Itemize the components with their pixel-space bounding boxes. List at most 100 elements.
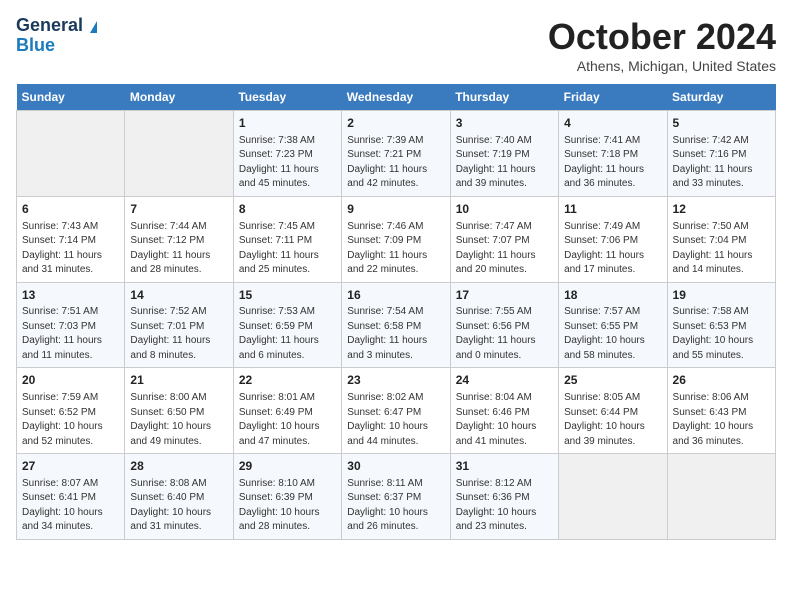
logo-line1: General bbox=[16, 16, 97, 36]
day-info: Sunrise: 7:51 AMSunset: 7:03 PMDaylight:… bbox=[22, 305, 119, 363]
day-info: Sunrise: 7:39 AMSunset: 7:21 PMDaylight:… bbox=[347, 134, 444, 192]
day-info: Sunrise: 7:45 AMSunset: 7:11 PMDaylight:… bbox=[239, 220, 336, 278]
calendar-day-cell bbox=[559, 454, 667, 540]
calendar-day-cell: 6 Sunrise: 7:43 AMSunset: 7:14 PMDaylight… bbox=[17, 196, 125, 282]
day-number: 13 bbox=[22, 287, 119, 304]
day-info: Sunrise: 8:02 AMSunset: 6:47 PMDaylight:… bbox=[347, 391, 444, 449]
calendar-day-cell: 10 Sunrise: 7:47 AMSunset: 7:07 PMDayligh… bbox=[450, 196, 558, 282]
calendar-week-row: 6 Sunrise: 7:43 AMSunset: 7:14 PMDaylight… bbox=[17, 196, 776, 282]
calendar-day-cell: 3 Sunrise: 7:40 AMSunset: 7:19 PMDaylight… bbox=[450, 111, 558, 197]
day-info: Sunrise: 8:12 AMSunset: 6:36 PMDaylight:… bbox=[456, 477, 553, 535]
calendar-day-cell: 24Sunrise: 8:04 AMSunset: 6:46 PMDayligh… bbox=[450, 368, 558, 454]
day-number: 6 bbox=[22, 201, 119, 218]
day-info: Sunrise: 7:43 AMSunset: 7:14 PMDaylight:… bbox=[22, 220, 119, 278]
calendar-day-cell: 1 Sunrise: 7:38 AMSunset: 7:23 PMDaylight… bbox=[233, 111, 341, 197]
day-info: Sunrise: 7:55 AMSunset: 6:56 PMDaylight:… bbox=[456, 305, 553, 363]
day-info: Sunrise: 7:42 AMSunset: 7:16 PMDaylight:… bbox=[673, 134, 770, 192]
day-number: 20 bbox=[22, 372, 119, 389]
logo-general: General bbox=[16, 15, 83, 35]
location: Athens, Michigan, United States bbox=[548, 58, 776, 74]
day-number: 3 bbox=[456, 115, 553, 132]
calendar-day-cell: 25Sunrise: 8:05 AMSunset: 6:44 PMDayligh… bbox=[559, 368, 667, 454]
calendar-day-cell: 4 Sunrise: 7:41 AMSunset: 7:18 PMDaylight… bbox=[559, 111, 667, 197]
weekday-header-monday: Monday bbox=[125, 84, 233, 111]
day-number: 28 bbox=[130, 458, 227, 475]
day-info: Sunrise: 8:10 AMSunset: 6:39 PMDaylight:… bbox=[239, 477, 336, 535]
calendar-day-cell: 7 Sunrise: 7:44 AMSunset: 7:12 PMDaylight… bbox=[125, 196, 233, 282]
calendar-day-cell: 5 Sunrise: 7:42 AMSunset: 7:16 PMDaylight… bbox=[667, 111, 775, 197]
day-info: Sunrise: 7:59 AMSunset: 6:52 PMDaylight:… bbox=[22, 391, 119, 449]
calendar-day-cell: 12Sunrise: 7:50 AMSunset: 7:04 PMDayligh… bbox=[667, 196, 775, 282]
calendar-day-cell: 21 Sunrise: 8:00 AMSunset: 6:50 PMDayligh… bbox=[125, 368, 233, 454]
day-number: 10 bbox=[456, 201, 553, 218]
day-number: 19 bbox=[673, 287, 770, 304]
day-number: 2 bbox=[347, 115, 444, 132]
day-info: Sunrise: 7:54 AMSunset: 6:58 PMDaylight:… bbox=[347, 305, 444, 363]
day-number: 12 bbox=[673, 201, 770, 218]
day-number: 5 bbox=[673, 115, 770, 132]
calendar-day-cell: 13Sunrise: 7:51 AMSunset: 7:03 PMDayligh… bbox=[17, 282, 125, 368]
day-number: 14 bbox=[130, 287, 227, 304]
day-info: Sunrise: 7:40 AMSunset: 7:19 PMDaylight:… bbox=[456, 134, 553, 192]
calendar-day-cell: 29 Sunrise: 8:10 AMSunset: 6:39 PMDayligh… bbox=[233, 454, 341, 540]
day-info: Sunrise: 8:11 AMSunset: 6:37 PMDaylight:… bbox=[347, 477, 444, 535]
calendar-day-cell: 15Sunrise: 7:53 AMSunset: 6:59 PMDayligh… bbox=[233, 282, 341, 368]
day-number: 29 bbox=[239, 458, 336, 475]
calendar-table: SundayMondayTuesdayWednesdayThursdayFrid… bbox=[16, 84, 776, 540]
calendar-day-cell: 8 Sunrise: 7:45 AMSunset: 7:11 PMDaylight… bbox=[233, 196, 341, 282]
day-number: 27 bbox=[22, 458, 119, 475]
day-info: Sunrise: 7:52 AMSunset: 7:01 PMDaylight:… bbox=[130, 305, 227, 363]
calendar-day-cell bbox=[667, 454, 775, 540]
day-number: 11 bbox=[564, 201, 661, 218]
calendar-day-cell: 28 Sunrise: 8:08 AMSunset: 6:40 PMDayligh… bbox=[125, 454, 233, 540]
day-info: Sunrise: 8:01 AMSunset: 6:49 PMDaylight:… bbox=[239, 391, 336, 449]
day-info: Sunrise: 8:07 AMSunset: 6:41 PMDaylight:… bbox=[22, 477, 119, 535]
calendar-day-cell: 22 Sunrise: 8:01 AMSunset: 6:49 PMDayligh… bbox=[233, 368, 341, 454]
weekday-header-wednesday: Wednesday bbox=[342, 84, 450, 111]
day-info: Sunrise: 7:47 AMSunset: 7:07 PMDaylight:… bbox=[456, 220, 553, 278]
day-info: Sunrise: 7:41 AMSunset: 7:18 PMDaylight:… bbox=[564, 134, 661, 192]
day-number: 4 bbox=[564, 115, 661, 132]
day-number: 21 bbox=[130, 372, 227, 389]
day-number: 15 bbox=[239, 287, 336, 304]
day-info: Sunrise: 7:49 AMSunset: 7:06 PMDaylight:… bbox=[564, 220, 661, 278]
calendar-day-cell: 26 Sunrise: 8:06 AMSunset: 6:43 PMDayligh… bbox=[667, 368, 775, 454]
day-number: 7 bbox=[130, 201, 227, 218]
logo-line2: Blue bbox=[16, 36, 55, 56]
calendar-day-cell: 27 Sunrise: 8:07 AMSunset: 6:41 PMDayligh… bbox=[17, 454, 125, 540]
page-header: General Blue October 2024 Athens, Michig… bbox=[16, 16, 776, 74]
logo-triangle-icon bbox=[90, 21, 97, 33]
calendar-day-cell: 31 Sunrise: 8:12 AMSunset: 6:36 PMDayligh… bbox=[450, 454, 558, 540]
day-number: 26 bbox=[673, 372, 770, 389]
day-info: Sunrise: 8:04 AMSunset: 6:46 PMDaylight:… bbox=[456, 391, 553, 449]
calendar-week-row: 27 Sunrise: 8:07 AMSunset: 6:41 PMDayligh… bbox=[17, 454, 776, 540]
calendar-week-row: 1 Sunrise: 7:38 AMSunset: 7:23 PMDaylight… bbox=[17, 111, 776, 197]
calendar-day-cell: 2 Sunrise: 7:39 AMSunset: 7:21 PMDaylight… bbox=[342, 111, 450, 197]
day-info: Sunrise: 7:46 AMSunset: 7:09 PMDaylight:… bbox=[347, 220, 444, 278]
day-info: Sunrise: 7:44 AMSunset: 7:12 PMDaylight:… bbox=[130, 220, 227, 278]
calendar-day-cell: 18Sunrise: 7:57 AMSunset: 6:55 PMDayligh… bbox=[559, 282, 667, 368]
day-info: Sunrise: 8:05 AMSunset: 6:44 PMDaylight:… bbox=[564, 391, 661, 449]
day-info: Sunrise: 7:57 AMSunset: 6:55 PMDaylight:… bbox=[564, 305, 661, 363]
day-number: 30 bbox=[347, 458, 444, 475]
day-info: Sunrise: 7:38 AMSunset: 7:23 PMDaylight:… bbox=[239, 134, 336, 192]
calendar-day-cell bbox=[125, 111, 233, 197]
weekday-header-sunday: Sunday bbox=[17, 84, 125, 111]
day-number: 31 bbox=[456, 458, 553, 475]
day-info: Sunrise: 8:08 AMSunset: 6:40 PMDaylight:… bbox=[130, 477, 227, 535]
weekday-header-friday: Friday bbox=[559, 84, 667, 111]
day-number: 17 bbox=[456, 287, 553, 304]
day-number: 1 bbox=[239, 115, 336, 132]
day-number: 8 bbox=[239, 201, 336, 218]
calendar-day-cell: 30 Sunrise: 8:11 AMSunset: 6:37 PMDayligh… bbox=[342, 454, 450, 540]
day-number: 22 bbox=[239, 372, 336, 389]
day-info: Sunrise: 8:06 AMSunset: 6:43 PMDaylight:… bbox=[673, 391, 770, 449]
month-title: October 2024 bbox=[548, 16, 776, 58]
day-info: Sunrise: 7:58 AMSunset: 6:53 PMDaylight:… bbox=[673, 305, 770, 363]
weekday-header-tuesday: Tuesday bbox=[233, 84, 341, 111]
weekday-header-thursday: Thursday bbox=[450, 84, 558, 111]
day-number: 23 bbox=[347, 372, 444, 389]
day-info: Sunrise: 8:00 AMSunset: 6:50 PMDaylight:… bbox=[130, 391, 227, 449]
calendar-day-cell bbox=[17, 111, 125, 197]
calendar-day-cell: 17Sunrise: 7:55 AMSunset: 6:56 PMDayligh… bbox=[450, 282, 558, 368]
